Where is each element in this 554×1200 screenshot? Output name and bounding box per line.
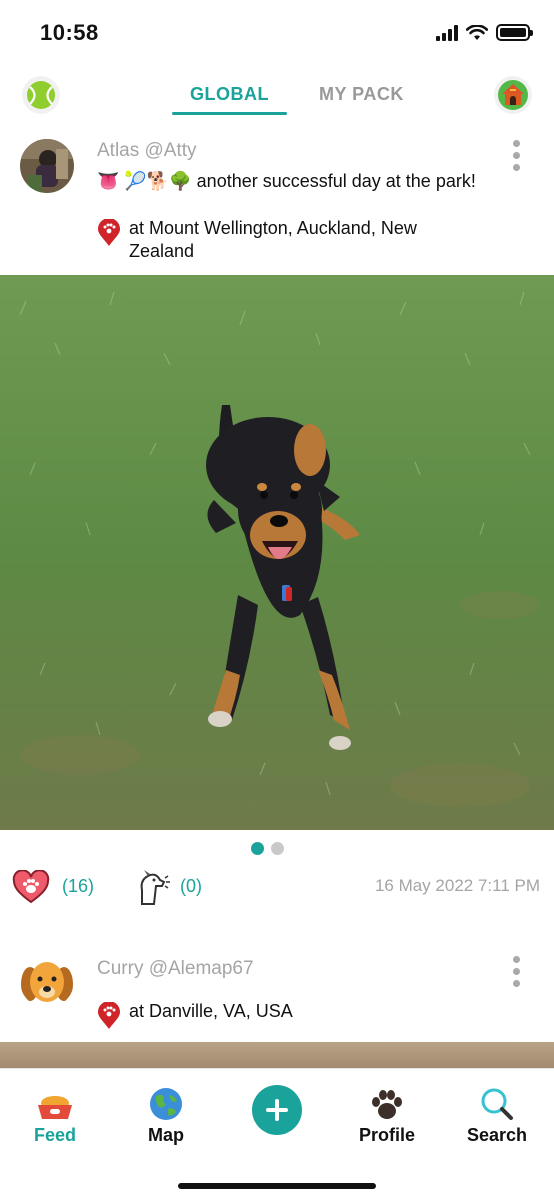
- location-pin-icon: [98, 1002, 120, 1029]
- add-post-button[interactable]: [252, 1085, 302, 1135]
- more-options-button[interactable]: [506, 140, 526, 171]
- sniff-count: (0): [180, 876, 202, 896]
- tennis-ball-button[interactable]: [22, 76, 60, 114]
- home-indicator: [178, 1183, 376, 1189]
- bottom-nav: Feed Map Profile Search: [0, 1068, 554, 1200]
- heart-paw-icon: [12, 869, 50, 904]
- page-dot[interactable]: [271, 842, 284, 855]
- feed-header: GLOBAL MY PACK: [0, 62, 554, 124]
- post-timestamp: 16 May 2022 7:11 PM: [374, 876, 540, 895]
- wifi-icon: [466, 24, 488, 40]
- photo-pagination: [251, 842, 284, 855]
- page-dot-active[interactable]: [251, 842, 264, 855]
- nav-profile-label: Profile: [358, 1125, 415, 1145]
- location-text: at Mount Wellington, Auckland, New Zeala…: [129, 218, 417, 261]
- dog-face-avatar-icon: [20, 954, 74, 1008]
- nav-map[interactable]: Map: [116, 1081, 216, 1146]
- paw-icon: [372, 1090, 402, 1119]
- tab-my-pack[interactable]: MY PACK: [301, 82, 422, 115]
- feed-tabs: GLOBAL MY PACK: [172, 82, 422, 115]
- post-username[interactable]: Curry @Alemap67: [97, 958, 254, 980]
- sniffing-dog-icon: [140, 870, 170, 905]
- dog-photo: [0, 275, 554, 830]
- caption-emojis: 👅 🎾🐕🌳: [97, 171, 192, 191]
- post-caption: 👅 🎾🐕🌳 another successful day at the park…: [97, 170, 477, 193]
- post-username[interactable]: Atlas @Atty: [97, 140, 197, 162]
- location-pin-icon: [98, 219, 120, 246]
- status-bar: 10:58: [0, 0, 554, 62]
- nav-profile[interactable]: Profile: [337, 1081, 437, 1146]
- dog-house-icon: [498, 80, 528, 110]
- status-time: 10:58: [40, 20, 99, 45]
- tennis-ball-icon: [27, 81, 55, 109]
- sniff-button[interactable]: [134, 868, 170, 911]
- location-text: at Danville, VA, USA: [129, 1001, 293, 1021]
- avatar[interactable]: [20, 954, 74, 1008]
- nav-feed-label: Feed: [33, 1125, 76, 1145]
- nav-feed[interactable]: Feed: [5, 1081, 105, 1146]
- nav-search[interactable]: Search: [447, 1081, 547, 1146]
- globe-icon: [150, 1088, 182, 1120]
- post-location[interactable]: at Danville, VA, USA: [97, 1000, 477, 1030]
- nav-map-label: Map: [148, 1125, 184, 1145]
- nav-search-label: Search: [466, 1125, 528, 1145]
- post-header: Atlas @Atty 👅 🎾🐕🌳 another successful day…: [0, 124, 554, 275]
- post-actions: (16) (0) 16 May 2022 7:11 PM: [0, 866, 554, 908]
- post-header: Curry @Alemap67 at Danville, VA, USA: [0, 940, 554, 1042]
- search-icon: [481, 1088, 513, 1120]
- more-options-button[interactable]: [506, 956, 526, 987]
- post-location[interactable]: at Mount Wellington, Auckland, New Zeala…: [97, 217, 477, 263]
- avatar[interactable]: [20, 139, 74, 193]
- battery-icon: [496, 24, 533, 41]
- like-count: (16): [62, 876, 95, 896]
- cellular-signal-icon: [436, 24, 458, 41]
- post-photo[interactable]: [0, 1042, 554, 1068]
- plus-icon: [266, 1099, 288, 1121]
- dog-bowl-icon: [38, 1096, 72, 1119]
- dog-house-button[interactable]: [494, 76, 532, 114]
- status-icons: [436, 24, 533, 41]
- post-photo[interactable]: [0, 275, 554, 830]
- caption-text: another successful day at the park!: [196, 171, 476, 191]
- avatar-image: [20, 139, 74, 193]
- tab-global[interactable]: GLOBAL: [172, 82, 287, 115]
- like-button[interactable]: [12, 869, 50, 909]
